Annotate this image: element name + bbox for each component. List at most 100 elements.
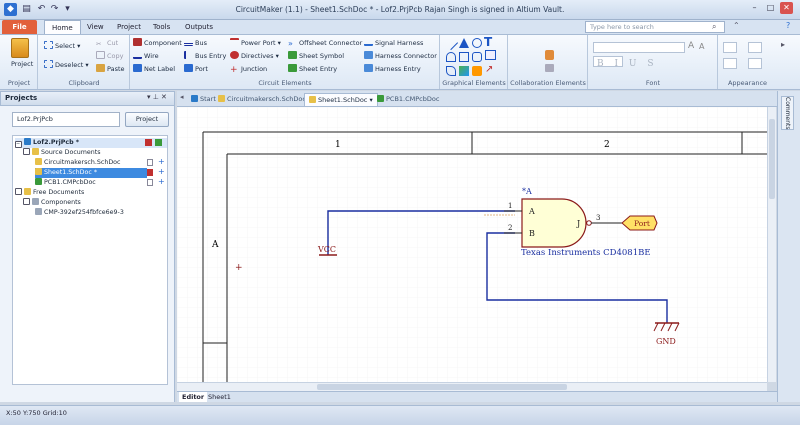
bezier-icon[interactable] [446,66,456,76]
sheet-symbol-button[interactable]: Sheet Symbol [288,51,344,62]
note-icon[interactable] [545,64,554,72]
doctab-sheet1-label: Sheet1.SchDoc [318,96,368,104]
expand-ribbon-icon[interactable]: ⌃ [733,21,740,30]
tree-item-free-documents[interactable]: Free Documents [15,188,169,198]
tree-item-source-documents[interactable]: Source Documents [23,148,177,158]
tab-tools[interactable]: Tools [146,20,177,34]
close-button[interactable]: ✕ [780,2,793,14]
collapse-icon[interactable]: − [15,141,22,148]
text-frame-icon[interactable] [485,50,496,60]
schematic-canvas[interactable]: 1 2 A + VCC *A A B J 1 2 3 Texas Instrum… [177,107,767,382]
fill-color-select[interactable] [723,42,737,53]
copy-button[interactable]: Copy [96,51,124,62]
line-style-select[interactable] [748,58,762,69]
font-styles[interactable]: B I U S [597,59,658,69]
tree-label-pcb1: PCB1.CMPcbDoc [44,179,96,186]
select-button[interactable]: Select ▾ [44,41,80,52]
maximize-button[interactable]: □ [764,2,777,14]
directives-icon [230,51,239,59]
vertical-scrollbar[interactable] [767,107,776,382]
redo-icon[interactable]: ↷ [48,3,61,16]
project-icon[interactable] [11,38,29,58]
shrink-font-icon[interactable]: A [699,42,704,51]
bus-entry-button[interactable]: Bus Entry [184,51,226,62]
doctab-sheet1[interactable]: Sheet1.SchDoc ▾ [304,93,378,106]
signal-harness-label: Signal Harness [375,39,424,47]
project-menu-button[interactable]: Project [125,112,169,127]
panel-pin-icon[interactable]: ▾ ⊥ ✕ [147,93,167,101]
collapse-icon[interactable] [15,188,22,195]
comments-panel-tab[interactable]: Comments [781,96,794,130]
net-label-button[interactable]: Net Label [133,64,175,75]
wire-button[interactable]: Wire [133,51,159,62]
vertical-scroll-thumb[interactable] [769,119,775,199]
add-icon[interactable]: + [158,167,165,176]
save-icon[interactable]: ▤ [20,3,33,16]
paste-button[interactable]: Paste [96,64,125,75]
tree-item-circuitmakersch[interactable]: Circuitmakersch.SchDoc [35,158,189,168]
harness-connector-button[interactable]: Harness Connector [364,51,437,62]
tab-view[interactable]: View [80,20,111,34]
tab-home[interactable]: Home [44,20,81,34]
collapse-icon[interactable] [23,148,30,155]
bus-icon [184,38,193,46]
graphic-icon[interactable] [472,66,482,76]
ellipse-icon[interactable] [472,38,482,48]
line-width-select[interactable] [723,58,737,69]
tab-outputs[interactable]: Outputs [178,20,220,34]
arc-icon[interactable] [446,52,456,62]
signal-harness-button[interactable]: Signal Harness [364,38,423,49]
deselect-button[interactable]: Deselect ▾ [44,60,89,71]
pie-icon[interactable]: ↗ [485,64,493,75]
sheet-entry-button[interactable]: Sheet Entry [288,64,337,75]
add-icon[interactable]: + [158,157,165,166]
editor-tab[interactable]: Editor [179,392,208,402]
tree-item-cmp[interactable]: CMP-392ef254fbfce6e9-3 [35,208,189,218]
doctab-circuitmakersch-label: Circuitmakersch.SchDoc [227,95,306,103]
search-icon[interactable]: ⌕ [712,22,716,32]
project-button[interactable]: Project [11,59,33,70]
directives-label: Directives [241,52,274,60]
undo-icon[interactable]: ↶ [35,3,48,16]
cut-button[interactable]: ✂ Cut [96,38,118,49]
project-field[interactable]: Lof2.PrjPcb [12,112,120,127]
port-button[interactable]: Port [184,64,208,75]
round-rectangle-icon[interactable] [472,52,482,62]
project-tree[interactable]: − Lof2.PrjPcb * Source Documents Circuitm… [12,135,168,385]
select-label: Select [55,42,76,50]
horizontal-scroll-thumb[interactable] [317,384,567,390]
junction-button[interactable]: + Junction [230,64,267,75]
font-family-select[interactable] [593,42,685,53]
minimize-button[interactable]: – [748,2,761,14]
border-color-select[interactable] [748,42,762,53]
image-icon[interactable] [459,66,469,76]
harness-entry-button[interactable]: Harness Entry [364,64,421,75]
bus-button[interactable]: Bus [184,38,207,49]
sheet1-tab[interactable]: Sheet1 [205,392,234,402]
doctab-circuitmakersch[interactable]: Circuitmakersch.SchDoc [214,93,310,106]
add-icon[interactable]: + [158,177,165,186]
offsheet-connector-button[interactable]: » Offsheet Connector [288,38,362,49]
comment-icon[interactable] [545,50,554,60]
directives-button[interactable]: Directives ▾ [230,51,279,62]
collapse-icon[interactable] [23,198,30,205]
help-icon[interactable]: ? [786,21,790,30]
quick-access-menu-icon[interactable]: ▾ [61,3,74,16]
text-icon[interactable]: T [484,35,492,49]
tree-item-sheet1[interactable]: Sheet1.SchDoc * [35,168,147,178]
power-port-button[interactable]: Power Port ▾ [230,38,281,49]
grow-font-icon[interactable]: A [688,41,694,51]
horizontal-scrollbar[interactable] [177,382,767,391]
ribbon-scroll-icon[interactable]: ▸ [781,40,785,49]
output-bubble [586,220,592,226]
rectangle-icon[interactable] [459,52,469,62]
tree-item-pcb1[interactable]: PCB1.CMPcbDoc [35,178,189,188]
tab-file[interactable]: File [2,20,37,34]
tab-project[interactable]: Project [110,20,148,34]
tab-scroll-icon[interactable]: ◂ [180,93,184,101]
search-input[interactable]: Type here to search [585,21,725,33]
group-label-project: Project [7,79,31,87]
component-button[interactable]: Component [133,38,182,49]
doctab-pcb1[interactable]: PCB1.CMPcbDoc [373,93,443,106]
tree-item-components[interactable]: Components [23,198,177,208]
